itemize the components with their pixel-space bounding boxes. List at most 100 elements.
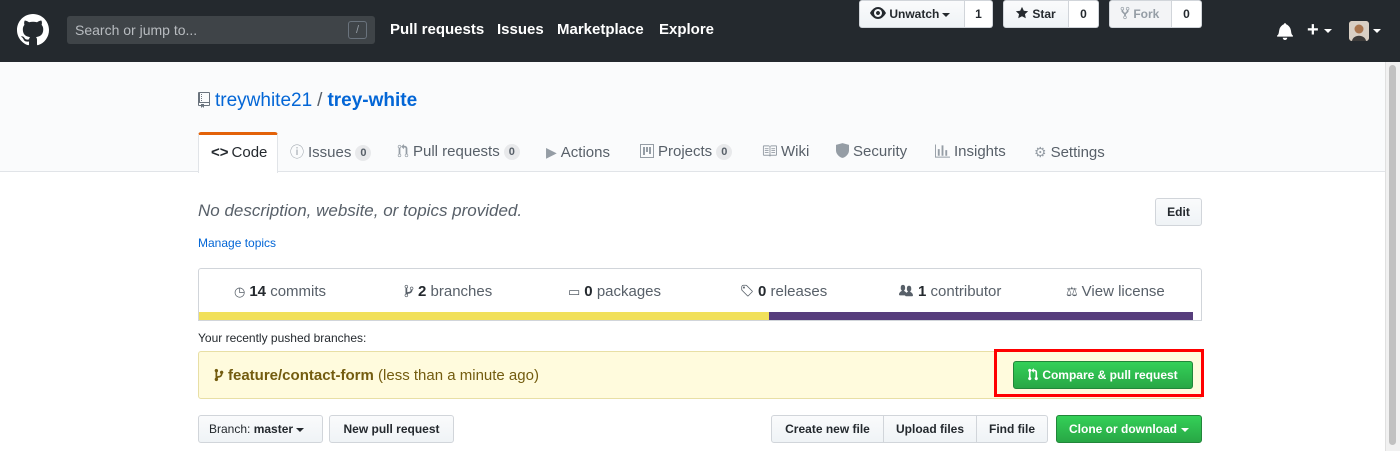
create-new-file-button[interactable]: Create new file [771, 415, 884, 443]
star-count[interactable]: 0 [1069, 0, 1099, 28]
manage-topics-link[interactable]: Manage topics [198, 235, 276, 251]
chevron-down-icon [1181, 427, 1189, 432]
fork-button[interactable]: Fork [1109, 0, 1172, 28]
people-icon [899, 284, 913, 297]
license-link[interactable]: ⚖ View license [1066, 283, 1165, 301]
releases-label: releases [770, 283, 828, 300]
projects-count-badge: 0 [716, 144, 733, 160]
repo-icon [198, 92, 210, 108]
commits-count: 14 [249, 283, 267, 300]
contributors-label: contributor [930, 283, 1002, 300]
repo-separator: / [317, 90, 323, 111]
language-bar-segment[interactable] [769, 312, 1193, 320]
avatar[interactable] [1349, 21, 1369, 41]
fork-count[interactable]: 0 [1172, 0, 1202, 28]
tab-issues[interactable]: ⓘ Issues 0 [290, 132, 372, 173]
releases-link[interactable]: 0 releases [740, 283, 827, 301]
tag-icon [741, 284, 753, 297]
language-bar-gap [1193, 312, 1201, 320]
tab-actions[interactable]: ▶ Actions [546, 132, 610, 173]
upload-files-button[interactable]: Upload files [883, 415, 977, 443]
unwatch-label: Unwatch [889, 7, 940, 21]
tab-label: Security [853, 143, 908, 160]
issue-icon: ⓘ [290, 144, 304, 160]
clone-download-button[interactable]: Clone or download [1056, 415, 1202, 443]
nav-issues[interactable]: Issues [497, 20, 544, 40]
chevron-down-icon[interactable] [1324, 29, 1332, 33]
package-icon: ▭ [568, 284, 581, 299]
branches-link[interactable]: 2 branches [404, 283, 492, 301]
new-pull-request-button[interactable]: New pull request [329, 415, 454, 443]
tab-insights[interactable]: Insights [935, 132, 1006, 173]
packages-link[interactable]: ▭ 0 packages [568, 283, 661, 301]
unwatch-button[interactable]: Unwatch [859, 0, 965, 28]
contributors-link[interactable]: 1 contributor [898, 283, 1001, 301]
issues-count-badge: 0 [355, 145, 372, 161]
pull-request-icon [397, 144, 409, 158]
pull-request-icon [1028, 368, 1039, 381]
plus-icon[interactable]: + [1307, 19, 1319, 41]
tab-security[interactable]: Security [836, 132, 907, 173]
language-bar-segment[interactable] [199, 312, 769, 320]
branch-icon [214, 368, 224, 382]
tab-wiki[interactable]: Wiki [762, 132, 809, 173]
commits-label: commits [270, 283, 327, 300]
commits-link[interactable]: ◷ 14 commits [234, 283, 326, 301]
contributors-count: 1 [918, 283, 927, 300]
repo-title: treywhite21/trey-white [215, 89, 417, 113]
tab-label: Code [231, 144, 268, 161]
scrollbar-thumb[interactable] [1389, 65, 1396, 445]
chevron-down-icon [296, 427, 305, 432]
nav-pull-requests[interactable]: Pull requests [390, 20, 484, 40]
tab-label: Settings [1050, 144, 1105, 161]
eye-icon [870, 7, 886, 19]
tab-projects[interactable]: Projects 0 [640, 132, 733, 173]
star-label: Star [1032, 7, 1056, 21]
tab-label: Pull requests [413, 143, 500, 160]
recent-branch-info: feature/contact-form (less than a minute… [214, 367, 539, 385]
project-icon [640, 144, 654, 158]
recent-branches-label: Your recently pushed branches: [198, 331, 367, 345]
edit-button[interactable]: Edit [1155, 198, 1202, 226]
chevron-down-icon[interactable] [1373, 29, 1381, 33]
tab-code[interactable]: <> Code [198, 132, 278, 173]
recent-branch-name[interactable]: feature/contact-form [228, 367, 374, 384]
nav-explore[interactable]: Explore [659, 20, 714, 40]
branch-prefix: Branch: [209, 422, 251, 436]
search-input[interactable]: Search or jump to... / [67, 16, 375, 44]
tab-label: Wiki [781, 143, 810, 160]
repo-name-link[interactable]: trey-white [327, 90, 417, 111]
branches-label: branches [430, 283, 493, 300]
branch-name: master [253, 422, 294, 436]
nav-marketplace[interactable]: Marketplace [557, 20, 644, 40]
code-icon: <> [211, 144, 229, 161]
license-label: View license [1081, 283, 1165, 300]
clone-download-label: Clone or download [1069, 422, 1177, 436]
play-icon: ▶ [546, 144, 557, 160]
fork-icon [1120, 6, 1130, 20]
compare-pull-request-label: Compare & pull request [1042, 368, 1178, 382]
tab-settings[interactable]: ⚙ Settings [1034, 132, 1105, 173]
packages-count: 0 [584, 283, 593, 300]
recent-branch-time: (less than a minute ago) [378, 367, 539, 384]
tab-label: Projects [658, 143, 713, 160]
compare-pull-request-button[interactable]: Compare & pull request [1013, 361, 1193, 389]
bell-icon[interactable] [1277, 22, 1293, 40]
tab-pull-requests[interactable]: Pull requests 0 [397, 132, 520, 173]
star-button[interactable]: Star [1003, 0, 1069, 28]
find-file-button[interactable]: Find file [976, 415, 1048, 443]
search-placeholder: Search or jump to... [75, 22, 198, 38]
repo-description: No description, website, or topics provi… [198, 201, 523, 220]
packages-label: packages [596, 283, 662, 300]
watch-count[interactable]: 1 [965, 0, 993, 28]
branch-select-menu[interactable]: Branch: master [198, 415, 323, 443]
releases-count: 0 [758, 283, 767, 300]
github-logo-icon[interactable] [17, 14, 49, 46]
branches-count: 2 [418, 283, 427, 300]
tab-label: Actions [560, 144, 610, 161]
tab-label: Insights [954, 143, 1006, 160]
avatar-image [1349, 21, 1369, 41]
repo-owner-link[interactable]: treywhite21 [215, 90, 312, 111]
gear-icon: ⚙ [1034, 144, 1047, 160]
search-shortcut-key: / [348, 21, 367, 39]
